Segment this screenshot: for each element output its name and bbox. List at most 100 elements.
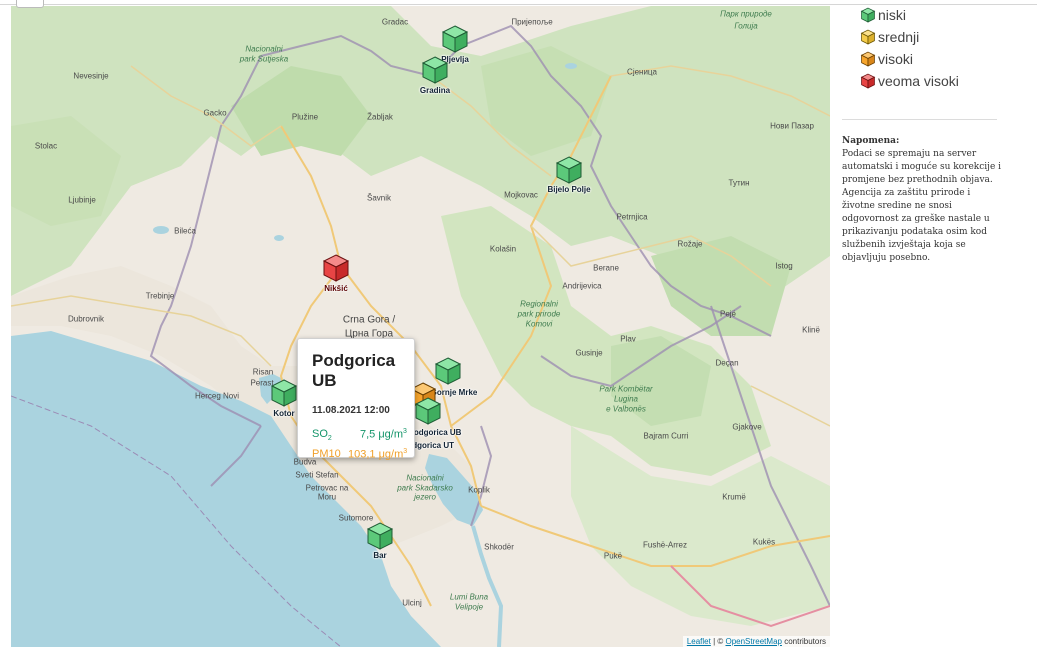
place-label: Berane xyxy=(593,263,619,273)
cube-icon xyxy=(860,51,876,67)
place-label: Komovi xyxy=(525,319,553,329)
place-label: Тутин xyxy=(728,178,750,188)
pollutant-name: PM10 xyxy=(312,448,341,461)
place-label: park Skadarsko xyxy=(397,483,453,493)
place-label: Velipoje xyxy=(454,602,484,612)
place-label: Pukë xyxy=(603,551,623,561)
place-label: Ljubinje xyxy=(68,195,96,205)
place-label: jezero xyxy=(414,492,436,502)
popup-datetime: 11.08.2021 12:00 xyxy=(312,405,390,416)
place-label: Nacionalni xyxy=(245,44,283,54)
pollutant-value: 7,5 μg/m3 xyxy=(360,428,407,441)
zoom-control[interactable] xyxy=(16,0,44,8)
station-popup: Podgorica UB 11.08.2021 12:00 SO2 7,5 μg… xyxy=(297,338,415,461)
place-label: Rožaje xyxy=(677,239,703,249)
place-label: Sveti Stefan xyxy=(295,470,339,480)
legend-item-niski: niski xyxy=(860,4,959,26)
station-label[interactable]: Bijelo Polje xyxy=(547,185,590,194)
station-label[interactable]: Gradina xyxy=(420,86,450,95)
place-label: Risan xyxy=(252,367,274,377)
place-label: Šavnik xyxy=(366,193,392,203)
disclaimer-note: Napomena: Podaci se spremaju na server a… xyxy=(842,135,1002,265)
place-label: Petrovac na xyxy=(305,483,349,493)
place-label: Lugina xyxy=(613,394,639,404)
cube-icon xyxy=(270,379,298,407)
place-label: Nevesinje xyxy=(73,71,109,81)
station-marker-pljevlja[interactable] xyxy=(440,24,470,54)
place-label: Deçan xyxy=(715,358,739,368)
place-label: Gacko xyxy=(203,108,227,118)
station-marker-bar[interactable] xyxy=(365,521,395,551)
place-label: Сјеница xyxy=(627,67,657,77)
place-label: Bileća xyxy=(174,226,196,236)
place-label: park prirode xyxy=(517,309,561,319)
cube-icon xyxy=(860,29,876,45)
place-label: Plužine xyxy=(291,112,319,122)
place-label: park Sutjeska xyxy=(239,54,289,64)
place-label: Mojkovac xyxy=(504,190,538,200)
place-label: Парк природе xyxy=(720,9,772,19)
pollutant-name: SO2 xyxy=(312,428,332,443)
place-label: Andrijevica xyxy=(562,281,602,291)
place-label: e Valbonës xyxy=(606,404,646,414)
place-label: Crna Gora / xyxy=(342,314,396,326)
sidebar-divider xyxy=(842,119,997,120)
place-label: Istog xyxy=(775,261,793,271)
station-label[interactable]: Bar xyxy=(373,551,386,560)
place-label: Petrnjica xyxy=(616,212,648,222)
station-marker-gradina[interactable] xyxy=(420,55,450,85)
station-marker-bijelo-polje[interactable] xyxy=(554,155,584,185)
popup-title: Podgorica UB xyxy=(312,351,396,390)
air-quality-map[interactable]: Gradac Пријепоље Парк природе Голија Nac… xyxy=(11,6,830,647)
cube-icon xyxy=(555,156,583,184)
place-label: Gjakove xyxy=(732,422,762,432)
place-label: Gusinje xyxy=(575,348,603,358)
place-label: Moru xyxy=(317,492,337,502)
note-heading: Napomena: xyxy=(842,136,900,146)
place-label: Голија xyxy=(734,21,758,31)
place-label: Plav xyxy=(620,334,636,344)
place-label: Krumë xyxy=(722,492,746,502)
place-label: Пријепоље xyxy=(511,17,553,27)
place-label: Ulcinj xyxy=(402,598,422,608)
place-label: Shkodër xyxy=(484,542,514,552)
place-label: Fushë-Arrez xyxy=(642,540,688,550)
legend: niski srednji visoki veoma visoki xyxy=(860,4,959,92)
cube-icon xyxy=(441,25,469,53)
popup-row-pm10: PM10 103,1 μg/m3 xyxy=(312,448,414,461)
place-label: Koplik xyxy=(468,485,490,495)
place-label: Herceg Novi xyxy=(194,391,240,401)
place-label: Nacionalni xyxy=(406,473,444,483)
place-label: Gradac xyxy=(381,17,409,27)
place-label: Kolašin xyxy=(489,244,517,254)
cube-icon xyxy=(860,7,876,23)
station-marker-podgorica-ut[interactable] xyxy=(413,396,443,426)
place-label: Žabljak xyxy=(367,112,393,122)
place-label: Trebinje xyxy=(145,291,175,301)
station-label[interactable]: Podgorica UB xyxy=(409,428,462,437)
popup-row-so2: SO2 7,5 μg/m3 xyxy=(312,428,414,442)
place-label: Regionalni xyxy=(520,299,558,309)
note-text: Podaci se spremaju na server automatski … xyxy=(842,149,1002,263)
leaflet-link[interactable]: Leaflet xyxy=(687,637,711,646)
place-label: Нови Пазар xyxy=(770,121,814,131)
legend-label: veoma visoki xyxy=(878,73,959,89)
station-label[interactable]: Nikšić xyxy=(324,284,348,293)
legend-label: visoki xyxy=(878,51,914,67)
place-label: Klinë xyxy=(802,325,820,335)
place-label: Kukës xyxy=(752,537,776,547)
osm-link[interactable]: OpenStreetMap xyxy=(725,637,781,646)
legend-label: niski xyxy=(878,7,907,23)
map-basemap xyxy=(11,6,830,647)
station-marker-niksic[interactable] xyxy=(321,253,351,283)
map-attribution: Leaflet | © OpenStreetMap contributors xyxy=(682,636,830,647)
legend-item-srednji: srednji xyxy=(860,26,959,48)
place-label: Pejë xyxy=(719,309,737,319)
place-label: Bajram Curri xyxy=(643,431,689,441)
place-label: Stolac xyxy=(34,141,58,151)
station-marker-kotor[interactable] xyxy=(269,378,299,408)
cube-icon xyxy=(414,397,442,425)
pollutant-value: 103,1 μg/m3 xyxy=(348,448,408,461)
cube-icon xyxy=(322,254,350,282)
station-label[interactable]: Kotor xyxy=(273,409,294,418)
